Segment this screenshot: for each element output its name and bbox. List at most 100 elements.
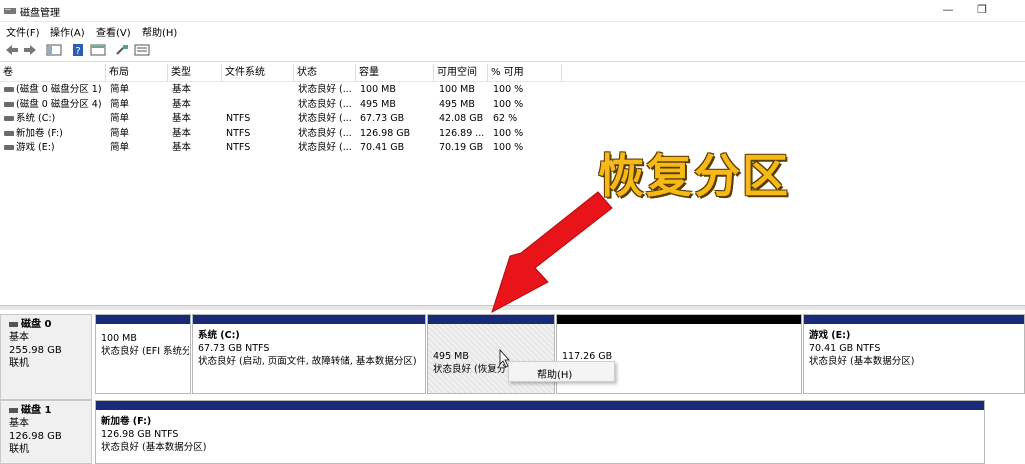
partition-bar	[96, 401, 984, 410]
cell-type: 基本	[172, 142, 192, 153]
disk-name: 磁盘 1	[21, 405, 52, 416]
drive-icon	[4, 87, 14, 92]
partition-size: 70.41 GB NTFS	[809, 343, 881, 354]
disk-state: 联机	[9, 358, 29, 369]
back-arrow-icon[interactable]	[4, 43, 20, 57]
partition-status: 状态良好 (恢复分	[433, 364, 507, 375]
partition-game-e[interactable]: 游戏 (E:) 70.41 GB NTFS 状态良好 (基本数据分区)	[803, 314, 1025, 394]
partition-name: 新加卷 (F:)	[101, 416, 152, 427]
cell-volume: 游戏 (E:)	[16, 142, 55, 153]
drive-icon	[4, 131, 14, 136]
column-percent-free[interactable]: % 可用	[488, 64, 562, 82]
table-row[interactable]: (磁盘 0 磁盘分区 4) 简单 基本 状态良好 (... 495 MB 495…	[0, 97, 560, 112]
table-row[interactable]: 新加卷 (F:) 简单 基本 NTFS 状态良好 (... 126.98 GB …	[0, 126, 560, 141]
cell-percent-free: 62 %	[493, 113, 518, 124]
partition-bar	[428, 315, 554, 324]
column-type[interactable]: 类型	[168, 64, 222, 82]
disk-management-icon	[4, 8, 16, 14]
cell-filesystem: NTFS	[226, 128, 251, 139]
partition-recovery[interactable]: 495 MB 状态良好 (恢复分	[427, 314, 555, 394]
cell-type: 基本	[172, 113, 192, 124]
drive-icon	[4, 102, 14, 107]
partition-bar	[557, 315, 801, 324]
properties-icon[interactable]	[90, 43, 106, 57]
partition-unallocated[interactable]: 117.26 GB	[556, 314, 802, 394]
window-title: 磁盘管理	[20, 8, 60, 19]
annotation-label: 恢复分区	[598, 149, 790, 203]
settings-list-icon[interactable]	[134, 43, 150, 57]
cell-capacity: 495 MB	[360, 99, 396, 110]
drive-icon	[4, 145, 14, 150]
partition-status: 状态良好 (基本数据分区)	[809, 356, 915, 367]
console-tree-icon[interactable]	[46, 43, 62, 57]
cell-free-space: 100 MB	[439, 84, 475, 95]
cell-percent-free: 100 %	[493, 128, 524, 139]
cell-free-space: 42.08 GB	[439, 113, 484, 124]
disk-1-label[interactable]: 磁盘 1 基本 126.98 GB 联机	[0, 400, 92, 464]
column-status[interactable]: 状态	[294, 64, 356, 82]
disk-icon	[9, 321, 18, 327]
cell-layout: 简单	[110, 99, 130, 110]
partition-bar	[193, 315, 425, 324]
connect-icon[interactable]	[114, 43, 130, 57]
restore-icon[interactable]: ❐	[972, 3, 992, 17]
minimize-icon[interactable]: —	[938, 3, 958, 17]
disk-name: 磁盘 0	[21, 319, 52, 330]
partition-new-volume-f[interactable]: 新加卷 (F:) 126.98 GB NTFS 状态良好 (基本数据分区)	[95, 400, 985, 464]
context-menu-help[interactable]: 帮助(H)	[537, 366, 572, 381]
volume-list: 卷 布局 类型 文件系统 状态 容量 可用空间 % 可用 (磁盘 0 磁盘分区 …	[0, 64, 1025, 306]
cell-capacity: 100 MB	[360, 84, 396, 95]
partition-efi[interactable]: 100 MB 状态良好 (EFI 系统分	[95, 314, 191, 394]
svg-text:?: ?	[75, 46, 80, 57]
toolbar: ?	[0, 40, 1025, 62]
column-volume[interactable]: 卷	[0, 64, 106, 82]
cell-volume: 系统 (C:)	[16, 113, 56, 124]
cell-capacity: 70.41 GB	[360, 142, 405, 153]
help-icon[interactable]: ?	[70, 43, 86, 57]
partition-status: 状态良好 (启动, 页面文件, 故障转储, 基本数据分区)	[198, 356, 417, 367]
cell-volume: (磁盘 0 磁盘分区 4)	[16, 99, 102, 110]
partition-bar	[96, 315, 190, 324]
cell-capacity: 126.98 GB	[360, 128, 411, 139]
column-free-space[interactable]: 可用空间	[434, 64, 488, 82]
forward-arrow-icon[interactable]	[22, 43, 38, 57]
column-capacity[interactable]: 容量	[356, 64, 434, 82]
cell-free-space: 126.89 ...	[439, 128, 485, 139]
cell-type: 基本	[172, 99, 192, 110]
partition-status: 状态良好 (EFI 系统分	[101, 346, 189, 357]
partition-status: 状态良好 (基本数据分区)	[101, 442, 207, 453]
table-row[interactable]: 游戏 (E:) 简单 基本 NTFS 状态良好 (... 70.41 GB 70…	[0, 140, 560, 155]
partition-size: 67.73 GB NTFS	[198, 343, 270, 354]
column-layout[interactable]: 布局	[106, 64, 168, 82]
partition-name: 游戏 (E:)	[809, 330, 851, 341]
partition-system-c[interactable]: 系统 (C:) 67.73 GB NTFS 状态良好 (启动, 页面文件, 故障…	[192, 314, 426, 394]
disk-type: 基本	[9, 332, 29, 343]
cell-status: 状态良好 (...	[298, 99, 352, 110]
drive-icon	[4, 116, 14, 121]
menu-file[interactable]: 文件(F)	[6, 24, 40, 39]
cell-free-space: 70.19 GB	[439, 142, 484, 153]
menu-help[interactable]: 帮助(H)	[142, 24, 177, 39]
table-row[interactable]: (磁盘 0 磁盘分区 1) 简单 基本 状态良好 (... 100 MB 100…	[0, 82, 560, 97]
partition-name: 系统 (C:)	[198, 330, 240, 341]
menu-view[interactable]: 查看(V)	[96, 24, 131, 39]
partition-bar	[804, 315, 1024, 324]
column-filesystem[interactable]: 文件系统	[222, 64, 294, 82]
partition-size: 100 MB	[101, 333, 137, 344]
cell-status: 状态良好 (...	[298, 113, 352, 124]
menu-action[interactable]: 操作(A)	[50, 24, 85, 39]
cell-capacity: 67.73 GB	[360, 113, 405, 124]
table-row[interactable]: 系统 (C:) 简单 基本 NTFS 状态良好 (... 67.73 GB 42…	[0, 111, 560, 126]
cell-type: 基本	[172, 84, 192, 95]
title-bar: 磁盘管理 — ❐	[0, 0, 1025, 22]
cell-filesystem: NTFS	[226, 113, 251, 124]
disk-icon	[9, 407, 18, 413]
cell-percent-free: 100 %	[493, 142, 524, 153]
disk-0-label[interactable]: 磁盘 0 基本 255.98 GB 联机	[0, 314, 92, 400]
cell-filesystem: NTFS	[226, 142, 251, 153]
disk-size: 255.98 GB	[9, 345, 62, 356]
cell-percent-free: 100 %	[493, 99, 524, 110]
cell-type: 基本	[172, 128, 192, 139]
cell-layout: 简单	[110, 113, 130, 124]
cell-layout: 简单	[110, 128, 130, 139]
